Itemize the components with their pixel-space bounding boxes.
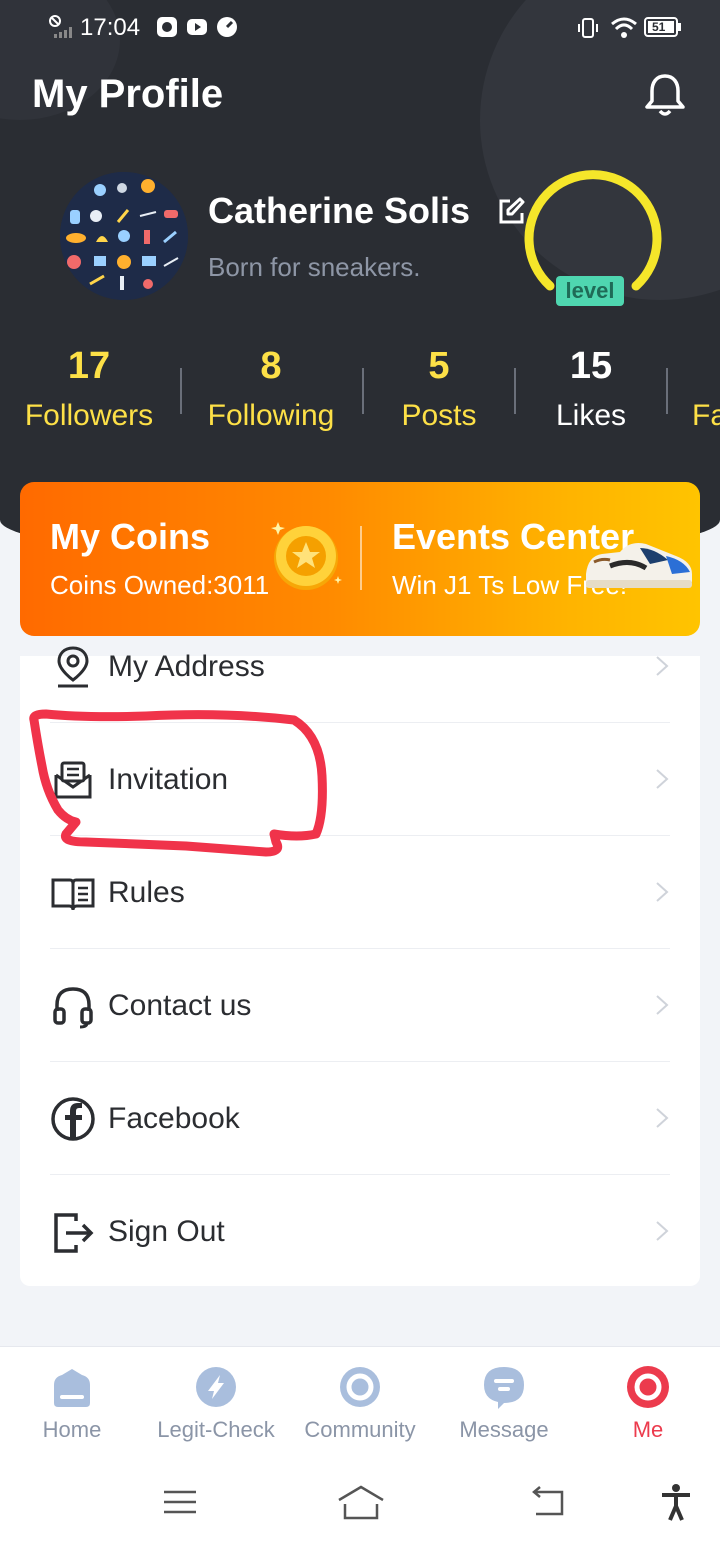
coins-owned-text: Coins Owned:3011 <box>50 570 270 600</box>
stat-partial[interactable]: Fa <box>692 340 720 440</box>
stat-label: Likes <box>555 399 627 432</box>
signal-off-icon <box>49 15 72 38</box>
menu-item-label: Rules <box>108 876 185 909</box>
status-bar: 17:04 51 <box>0 0 720 56</box>
menu-item-label: My Address <box>108 650 265 683</box>
system-navigation-bar <box>0 1462 720 1544</box>
chevron-right-icon <box>656 1108 669 1128</box>
stat-value: 17 <box>67 345 111 387</box>
tab-home[interactable]: Home <box>2 1365 142 1443</box>
menu-item-facebook[interactable]: Facebook <box>50 1062 670 1175</box>
stat-divider <box>666 368 668 414</box>
community-icon <box>340 1367 380 1407</box>
chevron-right-icon <box>656 656 669 676</box>
status-time: 17:04 <box>80 14 141 41</box>
avatar-space-pattern-icon <box>60 172 188 300</box>
page-title: My Profile <box>32 72 224 116</box>
chevron-right-icon <box>656 1221 669 1241</box>
tab-community[interactable]: Community <box>290 1365 430 1443</box>
stat-value: 8 <box>260 345 282 387</box>
back-icon[interactable] <box>528 1482 568 1522</box>
home-icon <box>54 1369 90 1407</box>
tab-me[interactable]: Me <box>578 1365 718 1443</box>
wifi-icon <box>611 17 637 38</box>
me-icon <box>627 1366 669 1408</box>
message-icon <box>484 1367 524 1409</box>
headset-icon <box>53 987 93 1029</box>
menu-item-label: Sign Out <box>108 1215 225 1248</box>
level-badge[interactable]: level <box>556 276 624 306</box>
stat-label: Posts <box>401 399 477 432</box>
speedometer-icon <box>217 17 237 37</box>
sign-out-icon <box>54 1213 94 1253</box>
menu-item-label: Contact us <box>108 989 252 1022</box>
sneaker-icon <box>586 543 692 588</box>
tab-label: Community <box>304 1417 416 1442</box>
home-nav-icon[interactable] <box>336 1482 386 1522</box>
stat-value: 5 <box>428 345 450 387</box>
stat-label: Fa <box>692 399 720 432</box>
bottom-tab-bar: Home Legit-Check Community Message Me <box>0 1346 720 1462</box>
tab-label: Home <box>42 1417 102 1442</box>
user-name: Catherine Solis <box>208 190 471 231</box>
coin-icon <box>271 522 342 590</box>
location-pin-icon <box>57 646 89 688</box>
menu-item-contact-us[interactable]: Contact us <box>50 949 670 1062</box>
menu-icon[interactable] <box>160 1482 200 1522</box>
stat-posts[interactable]: 5 Posts <box>378 340 500 440</box>
battery-level: 51 <box>652 20 666 34</box>
tab-label: Me <box>632 1417 664 1442</box>
legit-check-icon <box>196 1367 236 1407</box>
tab-label: Message <box>459 1417 549 1442</box>
book-icon <box>51 878 95 911</box>
stat-likes[interactable]: 15 Likes <box>530 340 652 440</box>
stat-following[interactable]: 8 Following <box>196 340 346 440</box>
tab-legit-check[interactable]: Legit-Check <box>146 1365 286 1443</box>
stat-divider <box>362 368 364 414</box>
facebook-icon <box>51 1097 95 1141</box>
tab-message[interactable]: Message <box>434 1365 574 1443</box>
chevron-right-icon <box>656 882 669 902</box>
app-notification-icon <box>157 17 177 37</box>
stat-followers[interactable]: 17 Followers <box>14 340 164 440</box>
stat-value: 15 <box>569 345 613 387</box>
user-bio: Born for sneakers. <box>208 252 421 282</box>
menu-item-sign-out[interactable]: Sign Out <box>50 1175 670 1288</box>
stat-label: Following <box>207 399 335 432</box>
stat-label: Followers <box>24 399 154 432</box>
stat-value <box>692 340 720 392</box>
chevron-right-icon <box>656 995 669 1015</box>
avatar[interactable] <box>60 172 188 300</box>
youtube-icon <box>187 19 207 35</box>
my-coins-title: My Coins <box>50 516 211 557</box>
menu-item-label: Facebook <box>108 1102 240 1135</box>
chevron-right-icon <box>656 769 669 789</box>
stat-divider <box>514 368 516 414</box>
vibrate-icon <box>578 18 598 38</box>
red-annotation-scribble <box>29 709 327 857</box>
accessibility-icon[interactable] <box>656 1482 696 1522</box>
tab-label: Legit-Check <box>157 1417 275 1442</box>
bell-icon[interactable] <box>642 72 688 118</box>
stat-divider <box>180 368 182 414</box>
